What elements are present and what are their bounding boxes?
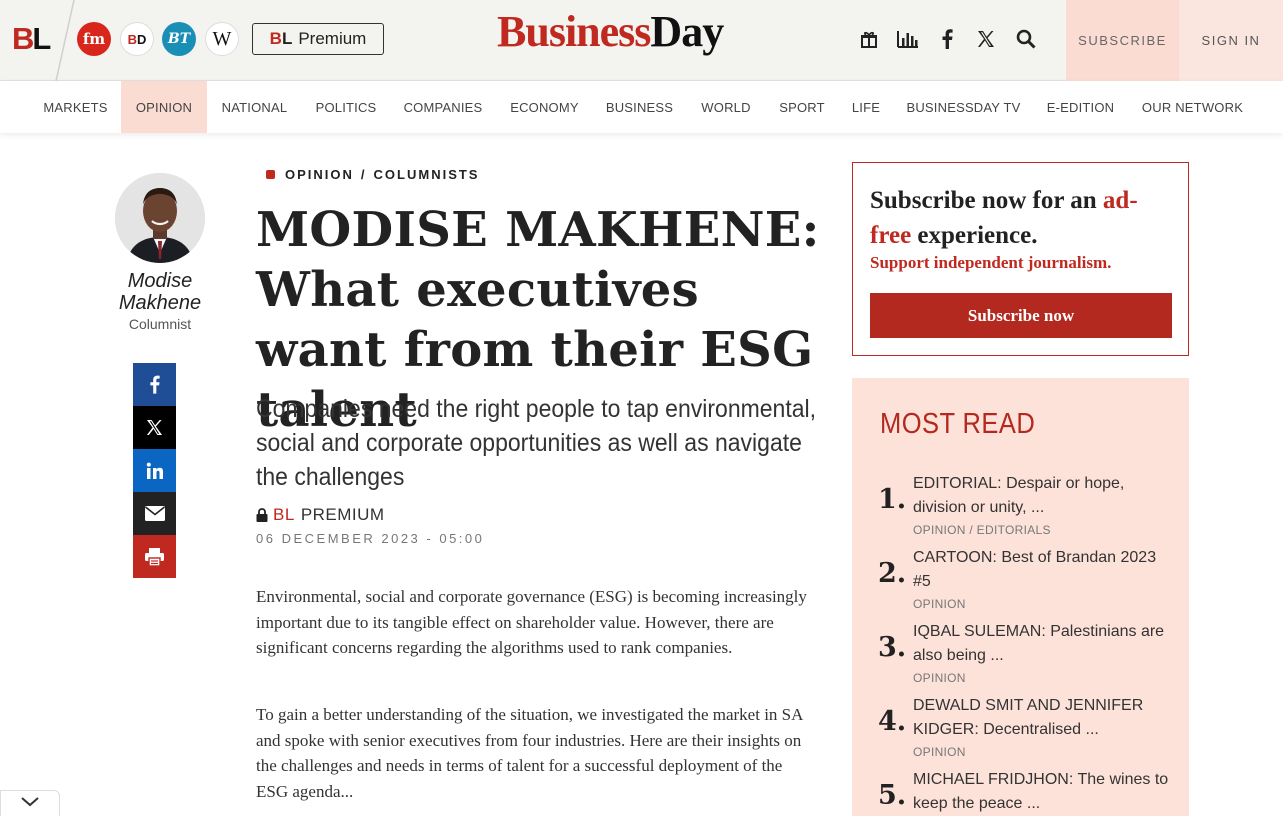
most-read-rank: 1. [878, 484, 907, 515]
most-read-rank: 3. [878, 632, 907, 663]
nav-item-markets[interactable]: MARKETS [30, 81, 121, 133]
bd-brand-b: B [127, 31, 137, 47]
breadcrumb-columnists[interactable]: COLUMNISTS [374, 167, 480, 182]
most-read-headline[interactable]: CARTOON: Best of Brandan 2023 #5 [913, 546, 1173, 593]
most-read-rank: 2. [878, 558, 907, 589]
mail-icon [144, 506, 165, 521]
linkedin-icon [146, 462, 163, 479]
bd-brand-d: D [137, 31, 147, 47]
nav-item-life[interactable]: LIFE [838, 81, 894, 133]
article-paragraph: Environmental, social and corporate gove… [256, 587, 807, 657]
bd-brand-link[interactable]: BD [120, 22, 154, 56]
x-icon[interactable] [973, 26, 999, 52]
collapse-toggle[interactable] [0, 790, 60, 816]
share-linkedin-button[interactable] [133, 449, 176, 492]
breadcrumb-separator: / [360, 167, 367, 182]
print-button[interactable] [133, 535, 176, 578]
divider-slash [55, 0, 75, 81]
nav-item-world[interactable]: WORLD [686, 81, 766, 133]
premium-tag-l: L [284, 505, 295, 524]
nav-item-politics[interactable]: POLITICS [302, 81, 390, 133]
most-read-headline[interactable]: DEWALD SMIT AND JENNIFER KIDGER: Decentr… [913, 694, 1173, 741]
bl-logo[interactable]: BL [12, 21, 51, 57]
w-brand-link[interactable]: W [205, 22, 239, 56]
nav-item-national[interactable]: NATIONAL [207, 81, 302, 133]
bt-brand-link[interactable]: BT [162, 22, 196, 56]
share-x-button[interactable] [133, 406, 176, 449]
article-paragraph: To gain a better understanding of the si… [256, 705, 803, 801]
author-avatar[interactable] [115, 173, 205, 263]
bl-logo-l: L [32, 21, 51, 56]
logo-business: Business [497, 7, 651, 56]
premium-b: B [269, 29, 282, 48]
most-read-title: MOST READ [880, 408, 1036, 440]
breadcrumb: OPINION / COLUMNISTS [266, 167, 479, 182]
section-marker [266, 170, 275, 179]
share-email-button[interactable] [133, 492, 176, 535]
premium-label: Premium [298, 29, 367, 48]
lock-icon [256, 508, 268, 522]
most-read-headline[interactable]: EDITORIAL: Despair or hope, division or … [913, 472, 1173, 519]
subscribe-now-button[interactable]: Subscribe now [870, 293, 1172, 338]
breadcrumb-opinion[interactable]: OPINION [285, 167, 354, 182]
most-read-category[interactable]: OPINION [913, 671, 966, 685]
businessday-logo[interactable]: BusinessDay [497, 6, 797, 66]
premium-tag-b: B [273, 505, 285, 524]
article-standfirst: Companies need the right people to tap e… [256, 395, 817, 491]
most-read-rank: 4. [878, 706, 907, 737]
most-read-category[interactable]: OPINION [913, 597, 966, 611]
subscribe-promo-title: Subscribe now for an ad-free experience. [870, 183, 1170, 253]
premium-tag-label: PREMIUM [300, 505, 385, 524]
most-read-headline[interactable]: MICHAEL FRIDJHON: The wines to keep the … [913, 768, 1173, 815]
author-name[interactable]: Modise Makhene [110, 270, 210, 314]
share-facebook-button[interactable] [133, 363, 176, 406]
author-name-line1: Modise [127, 270, 193, 292]
facebook-icon [150, 375, 160, 394]
print-icon [145, 547, 164, 566]
most-read-panel: MOST READ 1. EDITORIAL: Despair or hope,… [852, 378, 1189, 816]
most-read-category[interactable]: OPINION / EDITORIALS [913, 523, 1051, 537]
top-bar: BL fm BD BT W B L Premium BusinessDay SUBS… [0, 0, 1283, 81]
bl-premium-button[interactable]: B L Premium [252, 23, 384, 55]
subscribe-link[interactable]: SUBSCRIBE [1066, 0, 1179, 81]
w-brand-label: W [212, 27, 232, 50]
nav-item-economy[interactable]: ECONOMY [496, 81, 593, 133]
bt-brand-label: BT [167, 31, 191, 47]
most-read-category[interactable]: OPINION [913, 745, 966, 759]
chevron-down-icon [21, 797, 39, 807]
subscribe-promo-tagline: Support independent journalism. [870, 253, 1112, 272]
bl-logo-b: B [12, 21, 34, 56]
x-icon [146, 419, 163, 436]
author-role: Columnist [128, 316, 192, 332]
logo-day: Day [650, 7, 724, 56]
nav-item-business[interactable]: BUSINESS [593, 81, 686, 133]
article-date: 06 DECEMBER 2023 - 05:00 [256, 531, 485, 546]
fm-brand-label: fm [82, 30, 106, 48]
subscribe-title-post: experience. [911, 222, 1038, 249]
author-name-line2: Makhene [118, 292, 202, 314]
subscribe-promo: Subscribe now for an ad-free experience.… [852, 162, 1189, 356]
search-icon[interactable] [1013, 26, 1039, 52]
main-nav: MARKETS OPINION NATIONAL POLITICS COMPAN… [0, 81, 1283, 133]
nav-item-opinion[interactable]: OPINION [121, 81, 207, 133]
subscribe-title-pre: Subscribe now for an [870, 187, 1103, 214]
premium-tag: B L PREMIUM [256, 505, 385, 525]
sign-in-link[interactable]: SIGN IN [1179, 0, 1283, 81]
facebook-icon[interactable] [934, 26, 960, 52]
most-read-rank: 5. [878, 780, 907, 811]
nav-item-our-network[interactable]: OUR NETWORK [1128, 81, 1257, 133]
gift-icon[interactable] [856, 26, 882, 52]
most-read-headline[interactable]: IQBAL SULEMAN: Palestinians are also bei… [913, 620, 1173, 667]
premium-l: L [281, 29, 293, 48]
chart-icon[interactable] [895, 26, 921, 52]
nav-item-sport[interactable]: SPORT [766, 81, 838, 133]
nav-item-e-edition[interactable]: E-EDITION [1033, 81, 1128, 133]
nav-item-companies[interactable]: COMPANIES [390, 81, 496, 133]
nav-item-businessday-tv[interactable]: BUSINESSDAY TV [894, 81, 1033, 133]
fm-brand-link[interactable]: fm [77, 22, 111, 56]
